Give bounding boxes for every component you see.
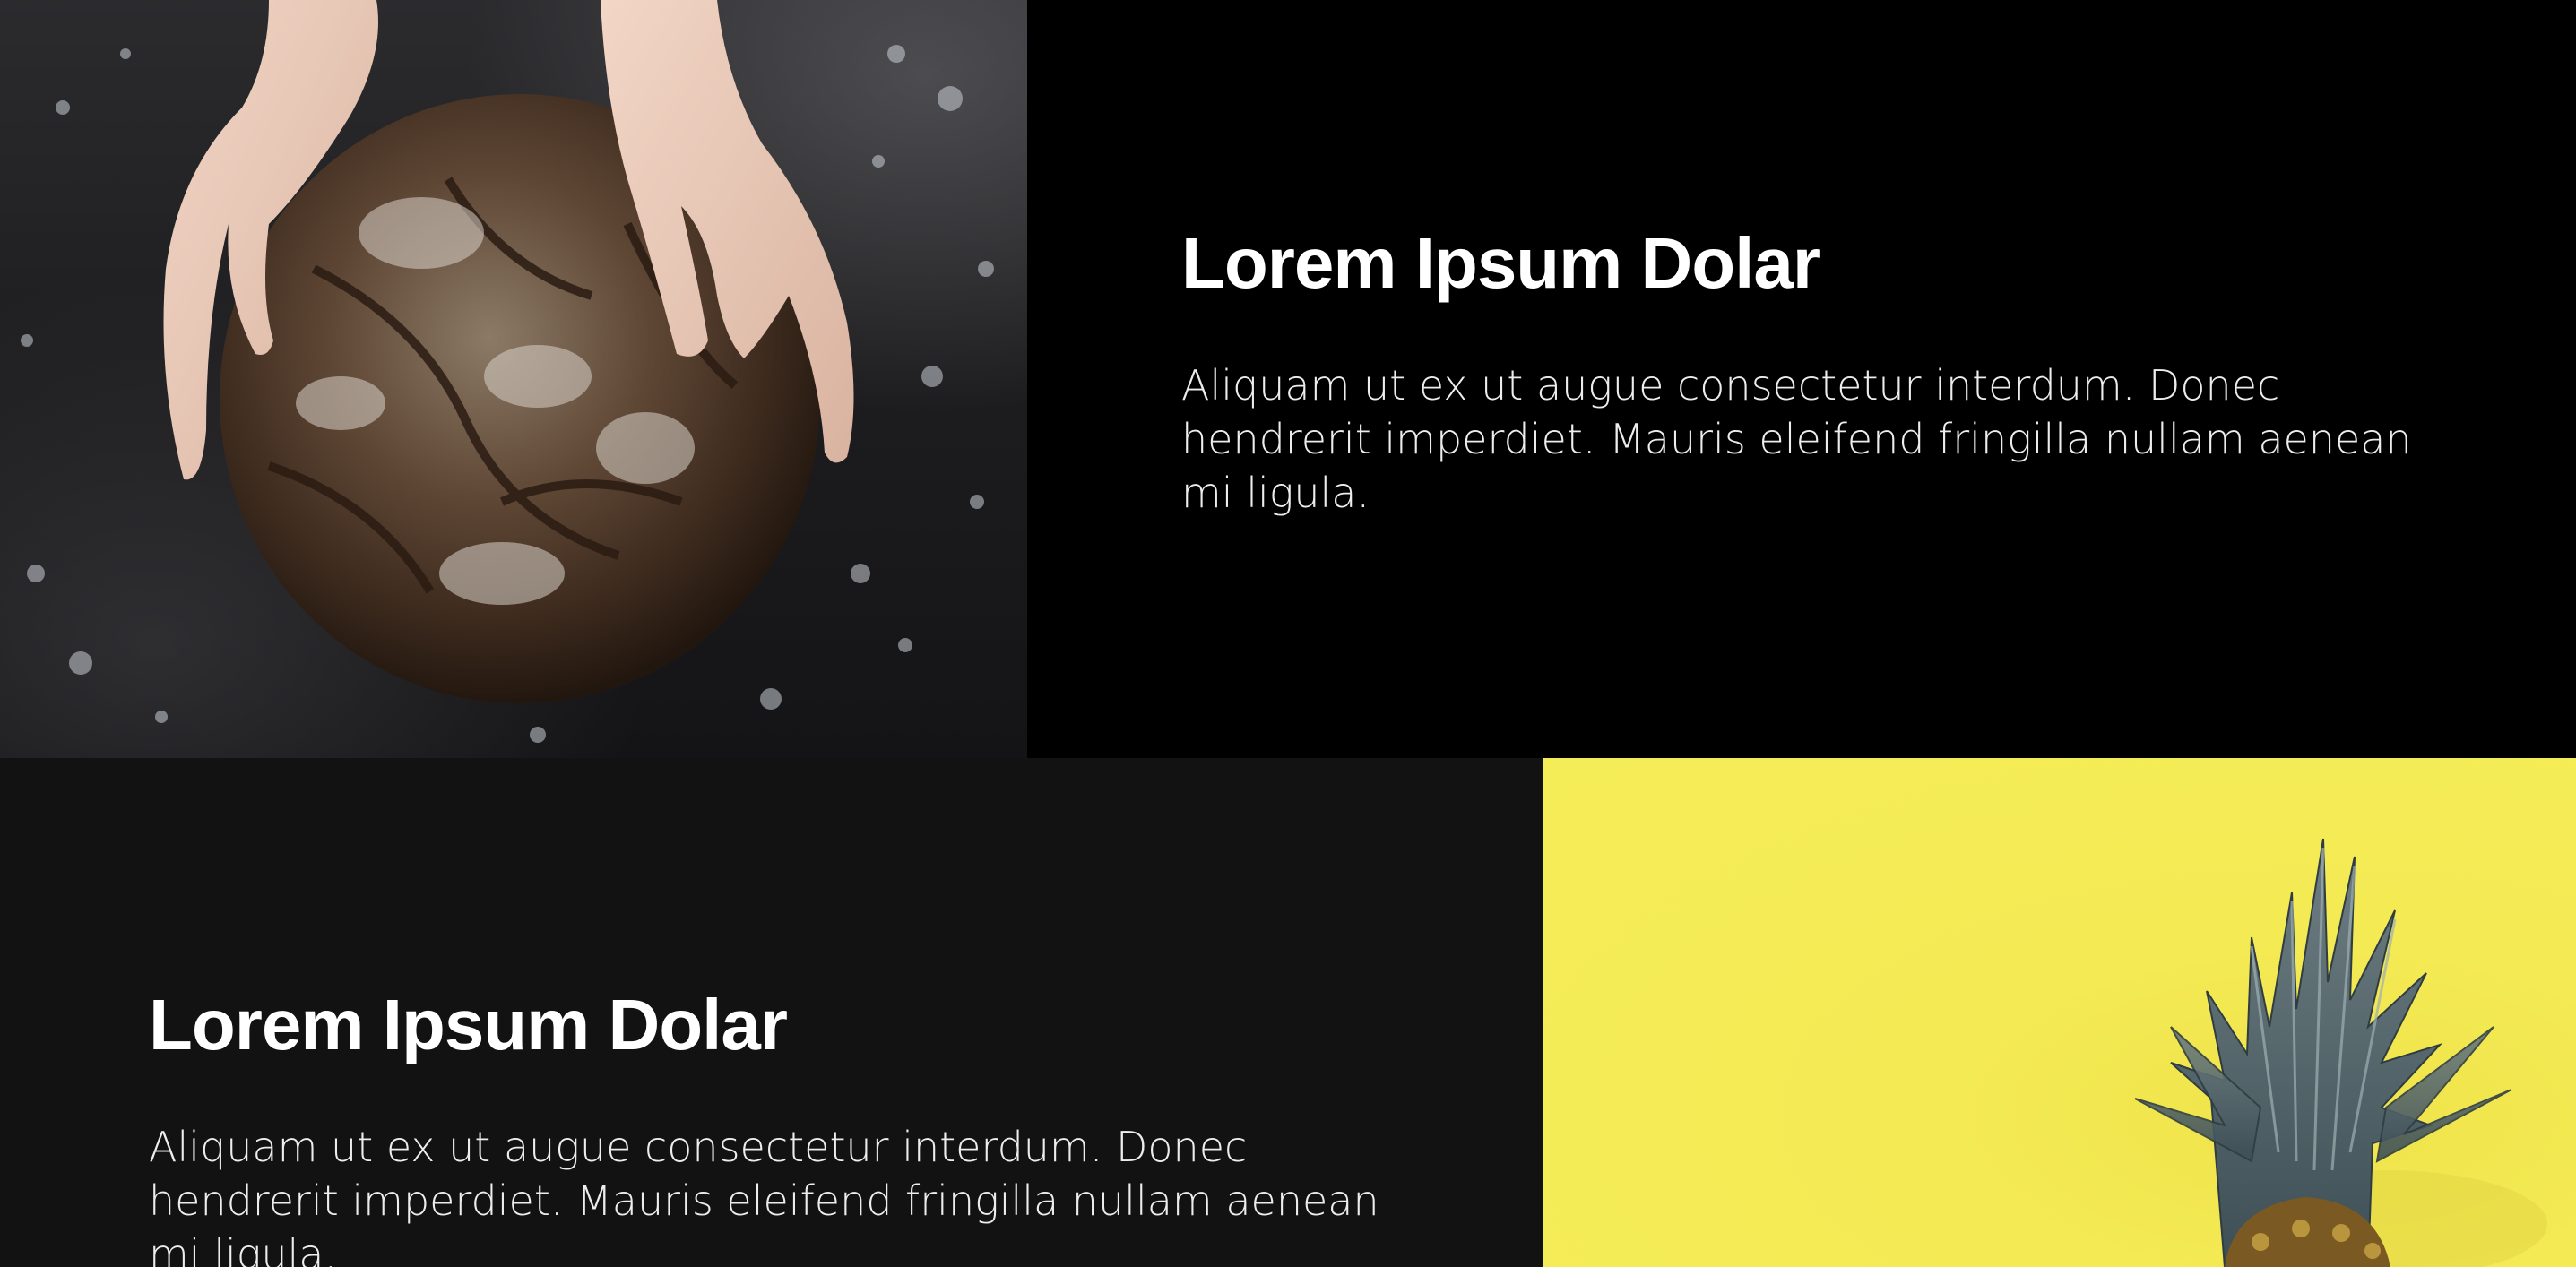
pineapple-illustration (2134, 838, 2547, 1267)
feature-text-block: Lorem Ipsum Dolar Aliquam ut ex ut augue… (1181, 224, 2436, 520)
bread-photo-illustration (21, 0, 994, 743)
section-body-text: Aliquam ut ex ut augue consectetur inter… (149, 1123, 1379, 1267)
feature-section-pineapple: Lorem Ipsum Dolar Aliquam ut ex ut augue… (0, 758, 2576, 1267)
bread-photo (0, 0, 1027, 758)
section-heading: Lorem Ipsum Dolar (1181, 223, 1820, 303)
section-heading: Lorem Ipsum Dolar (149, 985, 788, 1064)
feature-text-block: Lorem Ipsum Dolar Aliquam ut ex ut augue… (149, 986, 1448, 1267)
feature-section-bread: Lorem Ipsum Dolar Aliquam ut ex ut augue… (0, 0, 2576, 758)
section-body-text: Aliquam ut ex ut augue consectetur inter… (1181, 361, 2412, 517)
pineapple-photo (1543, 758, 2576, 1267)
